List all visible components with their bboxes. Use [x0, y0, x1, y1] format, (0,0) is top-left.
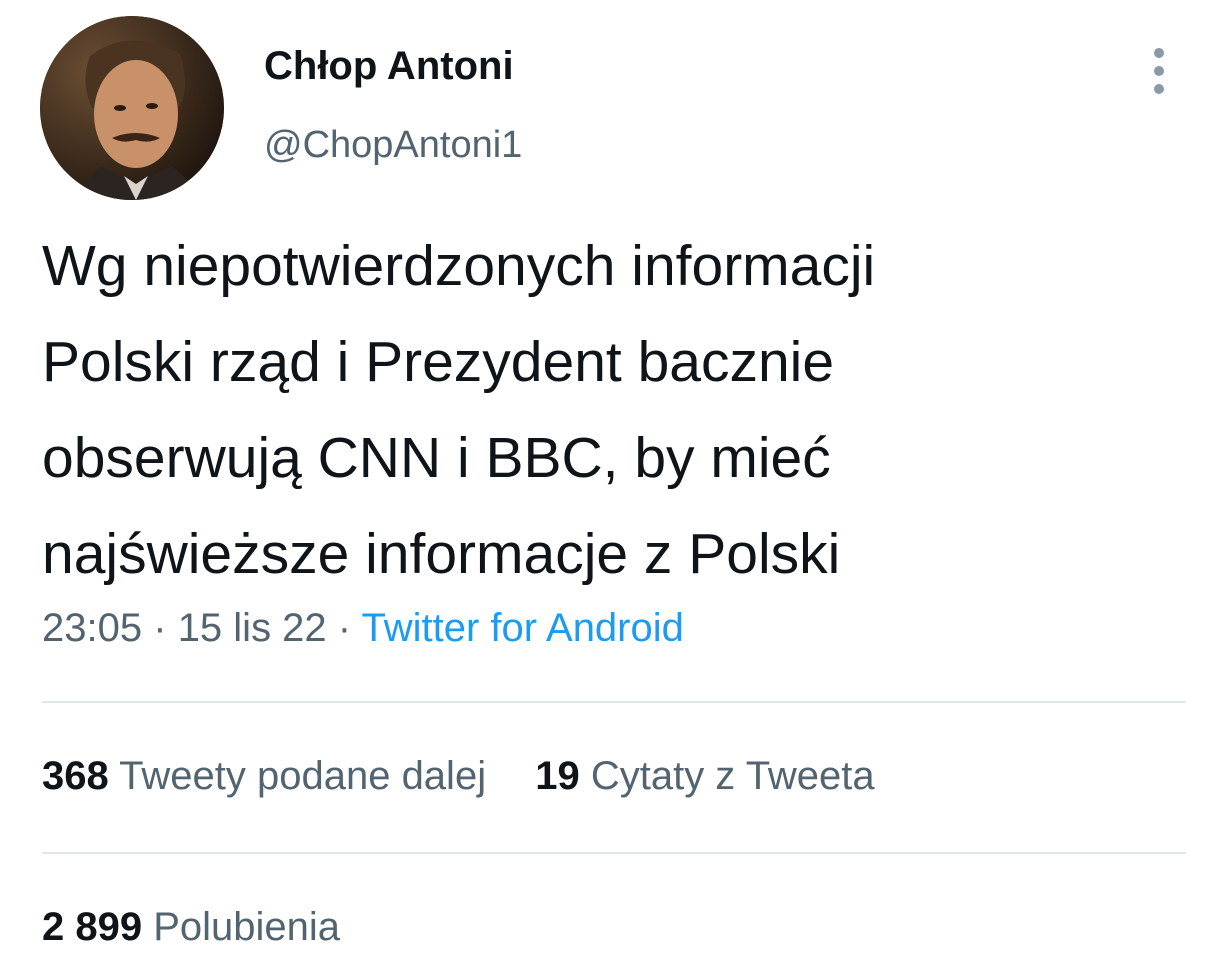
- tweet-time[interactable]: 23:05: [42, 606, 142, 650]
- tweet-metadata: 23:05 · 15 lis 22 · Twitter for Android: [42, 606, 684, 651]
- tweet-text-line: Wg niepotwierdzonych informacji: [42, 234, 876, 298]
- retweets-label: Tweety podane dalej: [119, 754, 487, 798]
- avatar[interactable]: [40, 16, 224, 200]
- more-vertical-icon-dot: [1154, 84, 1164, 94]
- tweet-text: Wg niepotwierdzonych informacji Polski r…: [42, 218, 1192, 602]
- quotes-stat-link[interactable]: 19 Cytaty z Tweeta: [535, 754, 874, 799]
- tweet-text-line: obserwują CNN i BBC, by mieć: [42, 426, 831, 490]
- tweet-text-line: Polski rząd i Prezydent bacznie: [42, 330, 835, 394]
- more-vertical-icon: [1154, 48, 1164, 58]
- retweets-stat-link[interactable]: 368 Tweety podane dalej: [42, 754, 486, 799]
- author-display-name[interactable]: Chłop Antoni: [264, 44, 514, 89]
- meta-separator: ·: [337, 606, 352, 650]
- quotes-count: 19: [535, 754, 580, 798]
- tweet-source-link[interactable]: Twitter for Android: [362, 606, 684, 650]
- divider: [42, 701, 1186, 703]
- likes-stat-link[interactable]: 2 899 Polubienia: [42, 905, 340, 950]
- divider: [42, 852, 1186, 854]
- tweet-text-line: najświeższe informacje z Polski: [42, 522, 841, 586]
- likes-stats-row: 2 899 Polubienia: [42, 905, 340, 950]
- likes-count: 2 899: [42, 905, 143, 949]
- retweets-count: 368: [42, 754, 109, 798]
- quotes-label: Cytaty z Tweeta: [590, 754, 875, 798]
- more-vertical-icon-dot: [1154, 66, 1164, 76]
- tweet-date[interactable]: 15 lis 22: [178, 606, 327, 650]
- avatar-image: [40, 16, 224, 200]
- tweet-detail: Chłop Antoni @ChopAntoni1 Wg niepotwierd…: [0, 0, 1228, 978]
- engagement-stats-row: 368 Tweety podane dalej 19 Cytaty z Twee…: [42, 754, 875, 799]
- meta-separator: ·: [153, 606, 167, 650]
- likes-label: Polubienia: [153, 905, 341, 949]
- more-options-button[interactable]: [1140, 44, 1180, 100]
- author-handle[interactable]: @ChopAntoni1: [264, 124, 522, 167]
